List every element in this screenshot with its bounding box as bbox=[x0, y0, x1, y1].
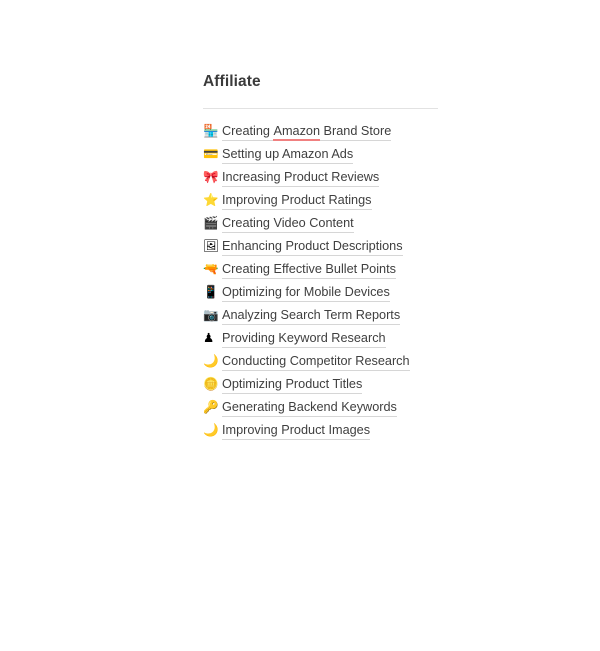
affiliate-link[interactable]: Increasing Product Reviews bbox=[222, 168, 380, 187]
ribbon-icon: 🎀 bbox=[203, 169, 219, 184]
affiliate-link[interactable]: Creating Amazon Brand Store bbox=[222, 122, 392, 141]
list-item[interactable]: 🌙 Conducting Competitor Research bbox=[203, 349, 463, 372]
list-item[interactable]: 📱 Optimizing for Mobile Devices bbox=[203, 280, 463, 303]
key-icon: 🔑 bbox=[203, 399, 219, 414]
list-item[interactable]: 📷 Analyzing Search Term Reports bbox=[203, 303, 463, 326]
affiliate-link-list: 🏪 Creating Amazon Brand Store 💳 Setting up … bbox=[203, 119, 463, 441]
list-item[interactable]: ⭐ Improving Product Ratings bbox=[203, 188, 463, 211]
page-title: Affiliate bbox=[203, 73, 261, 90]
highlighted-term: Amazon bbox=[273, 123, 321, 141]
affiliate-link[interactable]: Setting up Amazon Ads bbox=[222, 145, 354, 164]
list-item[interactable]: 🎀 Increasing Product Reviews bbox=[203, 165, 463, 188]
clapper-board-icon: 🎬 bbox=[203, 215, 219, 230]
mobile-phone-icon: 📱 bbox=[203, 284, 219, 299]
list-item[interactable]: 🎬 Creating Video Content bbox=[203, 211, 463, 234]
affiliate-link[interactable]: Conducting Competitor Research bbox=[222, 352, 410, 371]
list-item[interactable]: 🪙 Optimizing Product Titles bbox=[203, 372, 463, 395]
list-item[interactable]: 🔫 Creating Effective Bullet Points bbox=[203, 257, 463, 280]
crescent-moon-icon: 🌙 bbox=[203, 353, 219, 368]
credit-card-icon: 💳 bbox=[203, 146, 219, 161]
link-text-before: Creating bbox=[222, 124, 274, 138]
water-pistol-icon: 🔫 bbox=[203, 261, 219, 276]
page-canvas: Affiliate 🏪 Creating Amazon Brand Store 💳 S… bbox=[0, 0, 600, 651]
affiliate-panel: Affiliate 🏪 Creating Amazon Brand Store 💳 S… bbox=[203, 72, 463, 441]
affiliate-link[interactable]: Improving Product Images bbox=[222, 421, 371, 440]
framed-picture-icon: 🖼 bbox=[203, 238, 219, 253]
affiliate-link[interactable]: Enhancing Product Descriptions bbox=[222, 237, 403, 256]
title-divider bbox=[203, 108, 438, 109]
list-item[interactable]: 🔑 Generating Backend Keywords bbox=[203, 395, 463, 418]
crescent-moon-icon: 🌙 bbox=[203, 422, 219, 437]
list-item[interactable]: 🌙 Improving Product Images bbox=[203, 418, 463, 441]
coin-icon: 🪙 bbox=[203, 376, 219, 391]
chess-pawn-icon: ♟ bbox=[203, 330, 215, 345]
list-item[interactable]: 🖼 Enhancing Product Descriptions bbox=[203, 234, 463, 257]
affiliate-link[interactable]: Improving Product Ratings bbox=[222, 191, 372, 210]
affiliate-link[interactable]: Creating Effective Bullet Points bbox=[222, 260, 396, 279]
list-item[interactable]: 💳 Setting up Amazon Ads bbox=[203, 142, 463, 165]
star-icon: ⭐ bbox=[203, 192, 219, 207]
convenience-store-icon: 🏪 bbox=[203, 123, 219, 138]
affiliate-link[interactable]: Analyzing Search Term Reports bbox=[222, 306, 401, 325]
list-item[interactable]: ♟ Providing Keyword Research bbox=[203, 326, 463, 349]
camera-icon: 📷 bbox=[203, 307, 219, 322]
affiliate-link[interactable]: Generating Backend Keywords bbox=[222, 398, 397, 417]
affiliate-link[interactable]: Providing Keyword Research bbox=[222, 329, 386, 348]
list-item[interactable]: 🏪 Creating Amazon Brand Store bbox=[203, 119, 463, 142]
affiliate-link[interactable]: Optimizing Product Titles bbox=[222, 375, 363, 394]
affiliate-link[interactable]: Optimizing for Mobile Devices bbox=[222, 283, 390, 302]
link-text-after: Brand Store bbox=[320, 124, 392, 138]
affiliate-link[interactable]: Creating Video Content bbox=[222, 214, 354, 233]
